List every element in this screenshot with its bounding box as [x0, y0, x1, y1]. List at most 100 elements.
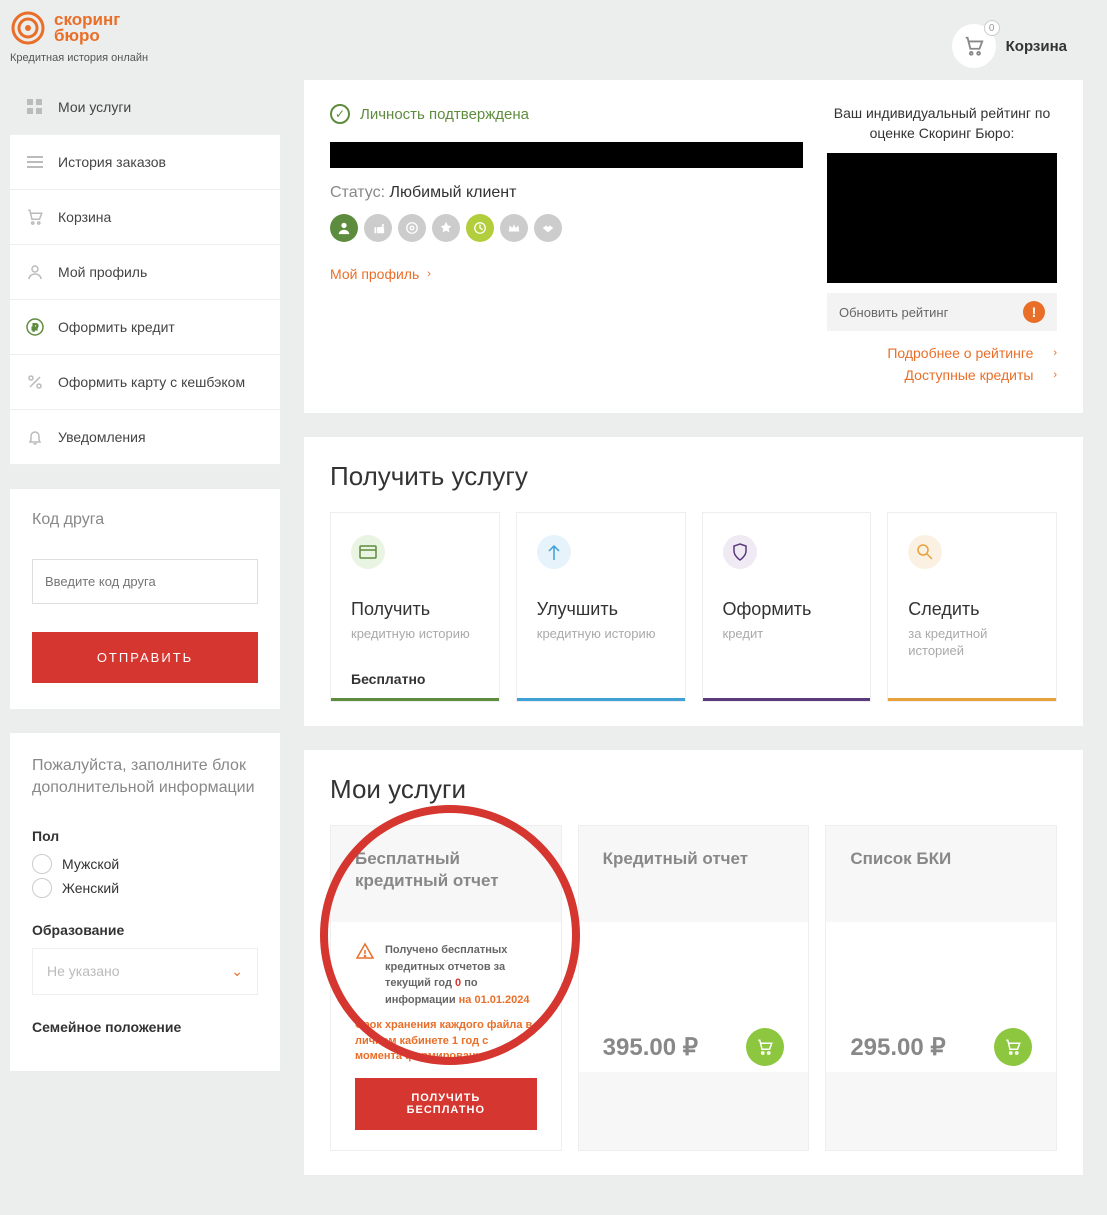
education-select[interactable]: Не указано ⌄ — [32, 948, 258, 995]
rating-more-link[interactable]: Подробнее о рейтинге › — [887, 345, 1057, 361]
nav-notifications[interactable]: Уведомления — [10, 410, 280, 465]
profile-panel: ✓ Личность подтверждена Статус: Любимый … — [304, 80, 1083, 413]
service-improve-history[interactable]: Улучшить кредитную историю — [516, 512, 686, 702]
get-free-button[interactable]: ПОЛУЧИТЬ БЕСПЛАТНО — [355, 1078, 537, 1130]
percent-icon — [26, 373, 44, 391]
service-sub: за кредитной историей — [908, 626, 1036, 660]
nav-cashback-card[interactable]: Оформить карту с кешбэком — [10, 355, 280, 410]
nav-label: История заказов — [58, 154, 166, 170]
ruble-icon: ₽ — [26, 318, 44, 336]
my-profile-link[interactable]: Мой профиль› — [330, 266, 431, 282]
add-to-cart-button[interactable] — [746, 1028, 784, 1066]
service-sub: кредит — [723, 626, 851, 643]
logo-icon — [10, 10, 46, 46]
badge-target-icon — [398, 214, 426, 242]
card-icon — [351, 535, 385, 569]
friend-code-title: Код друга — [32, 511, 258, 529]
cart-icon — [26, 208, 44, 226]
gender-male-label: Мужской — [62, 856, 119, 872]
radio-icon — [32, 854, 52, 874]
alert-icon: ! — [1023, 301, 1045, 323]
grid-icon — [26, 98, 44, 116]
cart-icon — [963, 35, 985, 57]
nav-label: Оформить карту с кешбэком — [58, 374, 245, 390]
list-icon — [26, 153, 44, 171]
nav-cart[interactable]: Корзина — [10, 190, 280, 245]
logo[interactable]: скоринг бюро Кредитная история онлайн — [10, 10, 148, 64]
service-sub: кредитную историю — [351, 626, 479, 643]
warning-icon — [355, 942, 375, 962]
user-icon — [26, 263, 44, 281]
redacted-rating — [827, 153, 1057, 283]
chevron-right-icon: › — [1053, 347, 1057, 359]
shield-icon — [723, 535, 757, 569]
marital-label: Семейное положение — [32, 1019, 258, 1035]
arrow-up-icon — [537, 535, 571, 569]
free-report-title: Бесплатный кредитный отчет — [331, 826, 561, 922]
chevron-right-icon: › — [1053, 369, 1057, 381]
my-services-heading: Мои услуги — [330, 774, 1057, 805]
service-title: Получить — [351, 599, 479, 620]
rating-title: Ваш индивидуальный рейтинг по оценке Ско… — [827, 104, 1057, 143]
available-credits-link[interactable]: Доступные кредиты › — [905, 367, 1057, 383]
friend-code-card: Код друга ОТПРАВИТЬ — [10, 489, 280, 709]
magnifier-icon — [908, 535, 942, 569]
badge-star-icon — [432, 214, 460, 242]
service-sub: кредитную историю — [537, 626, 665, 643]
nav-label: Корзина — [58, 209, 111, 225]
service-get-history[interactable]: Получить кредитную историю Бесплатно — [330, 512, 500, 702]
svg-text:₽: ₽ — [32, 323, 39, 334]
credit-report-title: Кредитный отчет — [579, 826, 809, 922]
status-badges — [330, 214, 803, 242]
badge-clock-icon — [466, 214, 494, 242]
storage-notice: Срок хранения каждого файла в личном каб… — [355, 1018, 537, 1064]
nav-get-credit[interactable]: ₽ Оформить кредит — [10, 300, 280, 355]
friend-code-submit[interactable]: ОТПРАВИТЬ — [32, 632, 258, 683]
chevron-down-icon: ⌄ — [231, 963, 243, 980]
bki-list-title: Список БКИ — [826, 826, 1056, 922]
radio-icon — [32, 878, 52, 898]
header-cart[interactable]: 0 Корзина — [952, 24, 1067, 68]
cart-label: Корзина — [1006, 38, 1067, 55]
nav-label: Уведомления — [58, 429, 146, 445]
free-report-card: Бесплатный кредитный отчет Получено бесп… — [330, 825, 562, 1151]
gender-female-label: Женский — [62, 880, 119, 896]
add-to-cart-button[interactable] — [994, 1028, 1032, 1066]
education-value: Не указано — [47, 963, 120, 979]
chevron-right-icon: › — [427, 268, 431, 280]
sidebar-nav: Мои услуги История заказов Корзина Мой п… — [10, 80, 280, 465]
badge-thumb-icon — [364, 214, 392, 242]
nav-profile[interactable]: Мой профиль — [10, 245, 280, 300]
badge-user-icon — [330, 214, 358, 242]
friend-code-input[interactable] — [32, 559, 258, 604]
check-circle-icon: ✓ — [330, 104, 350, 124]
logo-tagline: Кредитная история онлайн — [10, 52, 148, 64]
service-title: Улучшить — [537, 599, 665, 620]
nav-label: Мой профиль — [58, 264, 147, 280]
verified-status: ✓ Личность подтверждена — [330, 104, 803, 124]
education-label: Образование — [32, 922, 258, 938]
verified-text: Личность подтверждена — [360, 106, 529, 123]
nav-my-services[interactable]: Мои услуги — [10, 80, 280, 135]
update-rating-button[interactable]: Обновить рейтинг ! — [827, 293, 1057, 331]
my-services-panel: Мои услуги Бесплатный кредитный отчет По… — [304, 750, 1083, 1175]
nav-order-history[interactable]: История заказов — [10, 135, 280, 190]
badge-handshake-icon — [534, 214, 562, 242]
logo-text-2: бюро — [54, 28, 120, 44]
status-line: Статус: Любимый клиент — [330, 184, 803, 202]
nav-label: Оформить кредит — [58, 319, 175, 335]
service-get-credit[interactable]: Оформить кредит — [702, 512, 872, 702]
nav-label: Мои услуги — [58, 99, 131, 115]
gender-female-radio[interactable]: Женский — [32, 878, 258, 898]
credit-report-card: Кредитный отчет 395.00 ₽ — [578, 825, 810, 1151]
gender-male-radio[interactable]: Мужской — [32, 854, 258, 874]
service-monitor-history[interactable]: Следить за кредитной историей — [887, 512, 1057, 702]
services-heading: Получить услугу — [330, 461, 1057, 492]
service-foot: Бесплатно — [351, 655, 479, 687]
service-title: Следить — [908, 599, 1036, 620]
extra-info-card: Пожалуйста, заполните блок дополнительно… — [10, 733, 280, 1071]
free-report-info: Получено бесплатных кредитных отчетов за… — [385, 942, 537, 1008]
badge-crown-icon — [500, 214, 528, 242]
service-title: Оформить — [723, 599, 851, 620]
services-panel: Получить услугу Получить кредитную истор… — [304, 437, 1083, 726]
